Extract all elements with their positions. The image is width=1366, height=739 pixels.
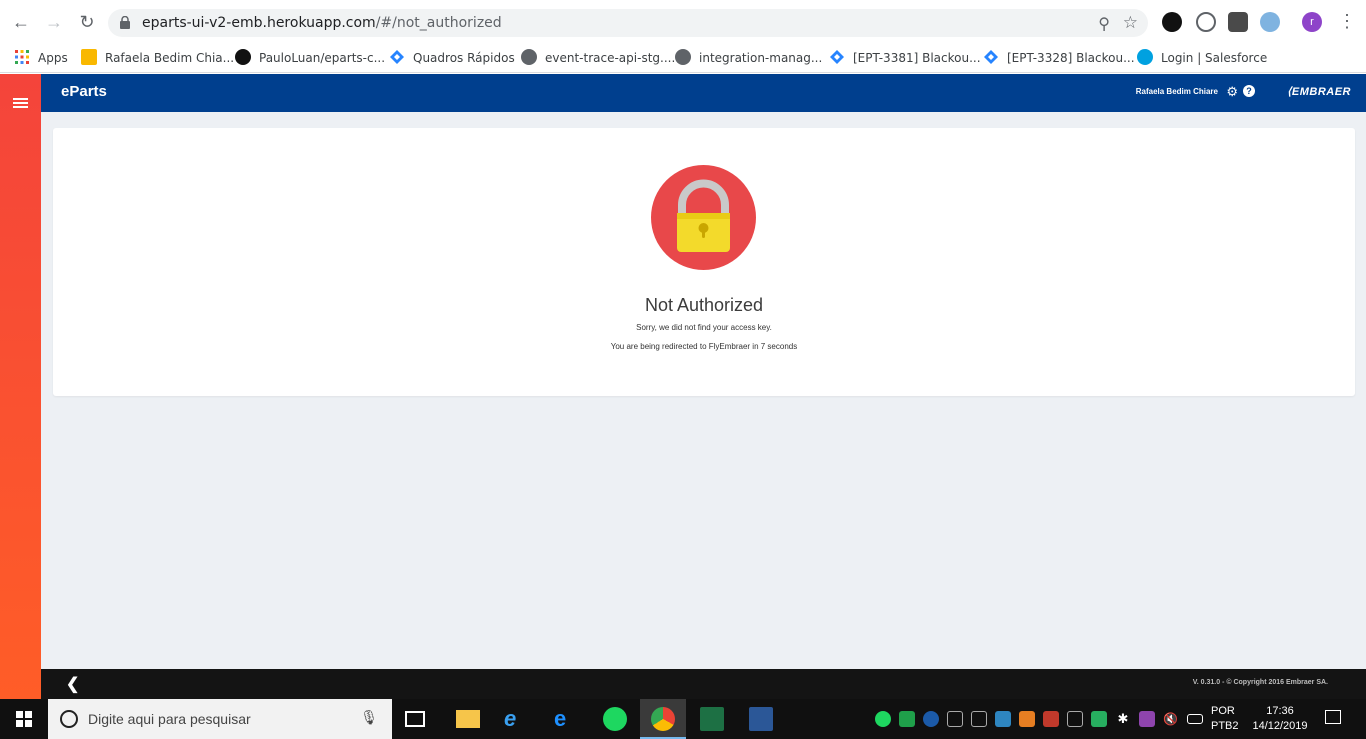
- spotify-tray-icon[interactable]: [875, 711, 891, 727]
- notification-center-icon[interactable]: [1325, 710, 1341, 724]
- forward-arrow-icon[interactable]: →: [43, 11, 65, 33]
- address-bar[interactable]: eparts-ui-v2-emb.herokuapp.com/#/not_aut…: [108, 9, 1148, 37]
- shield-tray-icon[interactable]: [899, 711, 915, 727]
- file-explorer-icon[interactable]: [456, 710, 480, 728]
- main-content: Not Authorized Sorry, we did not find yo…: [41, 112, 1366, 669]
- help-icon[interactable]: ?: [1243, 85, 1255, 97]
- bookmark-star-icon[interactable]: ☆: [1123, 13, 1138, 33]
- edge-icon[interactable]: e: [554, 707, 578, 731]
- error-message: Sorry, we did not find your access key.: [636, 323, 772, 332]
- spotify-icon[interactable]: [603, 707, 627, 731]
- language-indicator[interactable]: POR PTB2: [1211, 704, 1239, 734]
- tray-icon[interactable]: [1043, 711, 1059, 727]
- bluetooth-icon[interactable]: ✱: [1115, 711, 1131, 727]
- salesforce-icon: [1137, 49, 1153, 65]
- bookmark-item[interactable]: Login | Salesforce: [1137, 48, 1267, 68]
- app-sidebar: [0, 74, 41, 699]
- tray-icon[interactable]: [947, 711, 963, 727]
- bookmark-apps[interactable]: Apps: [14, 48, 68, 68]
- menu-dots-icon[interactable]: ⋮: [1338, 11, 1356, 31]
- word-icon[interactable]: [749, 707, 773, 731]
- network-tray-icon[interactable]: [971, 711, 987, 727]
- bookmarks-bar: Apps Rafaela Bedim Chia... PauloLuan/epa…: [0, 44, 1366, 73]
- extension-icon[interactable]: [1162, 12, 1182, 32]
- windows-taskbar: Digite aqui para pesquisar 🎙 e e ✱ 🔇 POR…: [0, 699, 1366, 739]
- jira-icon: [830, 50, 844, 64]
- ie-icon[interactable]: e: [504, 707, 528, 731]
- chrome-icon[interactable]: [651, 707, 675, 731]
- embraer-logo: ⟨EMBRAER: [1287, 86, 1351, 98]
- cortana-icon: [60, 710, 78, 728]
- gear-icon[interactable]: ⚙: [1226, 84, 1238, 100]
- extension-icon[interactable]: [1260, 12, 1280, 32]
- taskbar-clock[interactable]: 17:36 14/12/2019: [1250, 704, 1310, 734]
- app-footer: ❮ V. 0.31.0 - © Copyright 2016 Embraer S…: [41, 669, 1366, 699]
- zoom-icon[interactable]: ⚲: [1098, 14, 1110, 34]
- hamburger-menu-icon[interactable]: [13, 98, 28, 109]
- app-header: eParts Rafaela Bedim Chiare ⚙ ? ⟨EMBRAER: [41, 74, 1366, 112]
- page-title: Not Authorized: [644, 295, 764, 315]
- microphone-icon[interactable]: 🎙: [360, 709, 378, 726]
- collapse-back-icon[interactable]: ❮: [66, 674, 79, 694]
- bookmark-item[interactable]: integration-manag...: [675, 48, 822, 68]
- back-arrow-icon[interactable]: ←: [10, 11, 32, 33]
- user-name[interactable]: Rafaela Bedim Chiare: [1136, 87, 1218, 96]
- lock-icon: [120, 16, 130, 29]
- github-icon: [235, 49, 251, 65]
- bookmark-item[interactable]: Quadros Rápidos: [389, 48, 515, 68]
- tray-icon[interactable]: [995, 711, 1011, 727]
- windows-start-icon[interactable]: [16, 711, 32, 727]
- url-text: eparts-ui-v2-emb.herokuapp.com/#/not_aut…: [142, 15, 502, 31]
- vpn-tray-icon[interactable]: [1091, 711, 1107, 727]
- extension-icon[interactable]: [1196, 12, 1216, 32]
- lock-illustration-icon: [651, 165, 756, 270]
- bookmark-item[interactable]: PauloLuan/eparts-c...: [235, 48, 385, 68]
- bookmark-item[interactable]: [EPT-3381] Blackou...: [829, 48, 981, 68]
- browser-toolbar: ← → ↻ eparts-ui-v2-emb.herokuapp.com/#/n…: [0, 0, 1366, 44]
- battery-icon[interactable]: [1187, 714, 1203, 724]
- jira-icon: [390, 50, 404, 64]
- not-authorized-card: Not Authorized Sorry, we did not find yo…: [53, 128, 1355, 396]
- jira-icon: [984, 50, 998, 64]
- copyright-text: V. 0.31.0 - © Copyright 2016 Embraer SA.: [1192, 679, 1328, 686]
- brand-title[interactable]: eParts: [61, 83, 107, 100]
- redirect-message: You are being redirected to FlyEmbraer i…: [610, 342, 798, 351]
- bookmark-o-icon: [81, 49, 97, 65]
- tray-icon[interactable]: [1139, 711, 1155, 727]
- taskbar-search-placeholder: Digite aqui para pesquisar: [88, 711, 251, 727]
- bookmark-item[interactable]: [EPT-3328] Blackou...: [983, 48, 1135, 68]
- excel-icon[interactable]: [700, 707, 724, 731]
- globe-icon: [521, 49, 537, 65]
- bookmark-item[interactable]: Rafaela Bedim Chia...: [81, 48, 234, 68]
- taskbar-search[interactable]: Digite aqui para pesquisar 🎙: [48, 699, 392, 739]
- globe-icon: [675, 49, 691, 65]
- profile-avatar[interactable]: r: [1302, 12, 1322, 32]
- reload-icon[interactable]: ↻: [76, 11, 98, 33]
- tray-icon[interactable]: [1067, 711, 1083, 727]
- volume-muted-icon[interactable]: 🔇: [1163, 711, 1179, 727]
- selenium-extension-icon[interactable]: [1228, 12, 1248, 32]
- task-view-icon[interactable]: [405, 711, 425, 727]
- tray-icon[interactable]: [1019, 711, 1035, 727]
- dell-tray-icon[interactable]: [923, 711, 939, 727]
- apps-grid-icon: [15, 50, 29, 64]
- bookmark-item[interactable]: event-trace-api-stg....: [521, 48, 675, 68]
